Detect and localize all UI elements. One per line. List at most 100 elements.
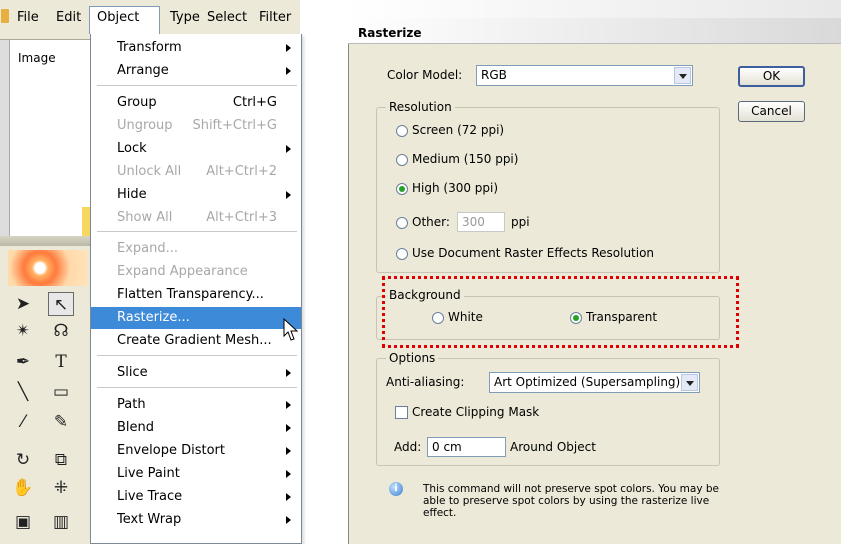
menu-item-label: Live Trace <box>117 489 183 504</box>
pencil-tool-icon[interactable]: ✎ <box>48 410 74 434</box>
menu-item-live-trace[interactable]: Live Trace <box>91 486 301 508</box>
line-tool-icon[interactable]: ╲ <box>10 380 36 404</box>
menu-item-group[interactable]: Group Ctrl+G <box>91 92 301 114</box>
radio-document-raster-label: Use Document Raster Effects Resolution <box>412 246 655 260</box>
radio-other[interactable] <box>396 217 408 229</box>
color-model-value: RGB <box>481 68 507 82</box>
submenu-arrow-icon <box>286 401 291 409</box>
menu-edit[interactable]: Edit <box>56 10 81 25</box>
tool-grid: ➤ ↖ ✴ ☊ ✒ T ╲ ▭ ⁄ ✎ ↻ ⧉ ✋ ⁜ ▣ ▥ <box>8 292 90 542</box>
menu-item-path[interactable]: Path <box>91 394 301 416</box>
options-title: Options <box>386 351 439 365</box>
radio-high-label: High (300 ppi) <box>412 181 499 195</box>
info-icon: i <box>389 482 403 496</box>
menu-item-label: Expand Appearance <box>117 264 248 279</box>
submenu-arrow-icon <box>286 516 291 524</box>
dialog-top-band <box>348 0 841 18</box>
radio-screen[interactable] <box>396 125 408 137</box>
color-model-label: Color Model: <box>387 68 463 82</box>
menu-item-lock[interactable]: Lock <box>91 138 301 160</box>
radio-document-raster[interactable] <box>396 248 408 260</box>
object-menu: Transform Arrange Group Ctrl+G Ungroup Shift+… <box>90 34 302 544</box>
menu-item-hide[interactable]: Hide <box>91 184 301 206</box>
menu-item-label: Blend <box>117 420 155 435</box>
symbol-sprayer-tool-icon[interactable]: ▣ <box>10 510 36 534</box>
magic-wand-tool-icon[interactable]: ✴ <box>10 319 36 343</box>
other-ppi-input[interactable]: 300 <box>457 212 505 232</box>
selection-tool-icon[interactable]: ➤ <box>10 292 36 316</box>
menu-item-expand-appearance[interactable]: Expand Appearance <box>91 261 301 283</box>
radio-medium[interactable] <box>396 154 408 166</box>
menu-filter[interactable]: Filter <box>259 10 291 25</box>
menu-item-live-paint[interactable]: Live Paint <box>91 463 301 485</box>
radio-screen-label: Screen (72 ppi) <box>412 123 505 137</box>
menu-item-label: Flatten Transparency... <box>117 287 264 302</box>
free-transform-tool-icon[interactable]: ⁜ <box>48 476 74 500</box>
menu-separator <box>97 85 297 86</box>
menu-object[interactable]: Object <box>97 10 139 25</box>
radio-high[interactable] <box>396 183 408 195</box>
warp-tool-icon[interactable]: ✋ <box>10 476 36 500</box>
submenu-arrow-icon <box>286 369 291 377</box>
antialiasing-select[interactable]: Art Optimized (Supersampling) <box>489 372 700 393</box>
app-icon <box>1 9 9 23</box>
menu-item-label: Expand... <box>117 241 179 256</box>
menu-item-show-all[interactable]: Show All Alt+Ctrl+3 <box>91 207 301 229</box>
submenu-arrow-icon <box>286 470 291 478</box>
other-ppi-unit: ppi <box>511 215 530 229</box>
menu-item-label: Ungroup <box>117 118 173 133</box>
menu-item-label: Text Wrap <box>117 512 182 527</box>
rectangle-tool-icon[interactable]: ▭ <box>48 380 74 404</box>
add-input[interactable]: 0 cm <box>427 437 506 457</box>
menu-file[interactable]: File <box>17 10 39 25</box>
menu-item-shortcut: Alt+Ctrl+3 <box>206 210 277 225</box>
menu-item-create-gradient-mesh[interactable]: Create Gradient Mesh... <box>91 330 301 352</box>
add-label: Add: <box>394 440 422 454</box>
graph-tool-icon[interactable]: ▥ <box>48 510 74 534</box>
paintbrush-tool-icon[interactable]: ⁄ <box>10 410 36 434</box>
ok-button[interactable]: OK <box>738 66 805 87</box>
menu-item-unlock-all[interactable]: Unlock All Alt+Ctrl+2 <box>91 161 301 183</box>
menu-item-label: Unlock All <box>117 164 182 179</box>
chevron-down-icon <box>674 67 691 84</box>
menu-item-rasterize[interactable]: Rasterize... <box>91 307 301 329</box>
clipping-mask-checkbox[interactable] <box>395 406 408 419</box>
submenu-arrow-icon <box>286 447 291 455</box>
submenu-arrow-icon <box>286 191 291 199</box>
resolution-title: Resolution <box>386 100 455 114</box>
color-model-select[interactable]: RGB <box>476 65 693 86</box>
direct-selection-tool-icon[interactable]: ↖ <box>48 292 74 316</box>
radio-medium-label: Medium (150 ppi) <box>412 152 519 166</box>
scale-tool-icon[interactable]: ⧉ <box>48 448 74 472</box>
tools-panel-header[interactable] <box>0 236 90 246</box>
menu-separator <box>97 387 297 388</box>
pen-tool-icon[interactable]: ✒ <box>10 350 36 374</box>
menu-item-shortcut: Ctrl+G <box>232 95 277 110</box>
lasso-tool-icon[interactable]: ☊ <box>48 319 74 343</box>
clipping-mask-label: Create Clipping Mask <box>412 405 540 419</box>
dialog-title: Rasterize <box>348 18 841 44</box>
menu-item-flatten-transparency[interactable]: Flatten Transparency... <box>91 284 301 306</box>
menu-item-ungroup[interactable]: Ungroup Shift+Ctrl+G <box>91 115 301 137</box>
menu-item-envelope-distort[interactable]: Envelope Distort <box>91 440 301 462</box>
menu-item-blend[interactable]: Blend <box>91 417 301 439</box>
submenu-arrow-icon <box>286 67 291 75</box>
menu-item-label: Group <box>117 95 157 110</box>
cancel-button[interactable]: Cancel <box>738 101 805 122</box>
menu-item-text-wrap[interactable]: Text Wrap <box>91 509 301 531</box>
menu-item-label: Hide <box>117 187 147 202</box>
menu-type[interactable]: Type <box>170 10 200 25</box>
menu-item-label: Rasterize... <box>117 310 190 325</box>
menu-item-slice[interactable]: Slice <box>91 362 301 384</box>
antialiasing-value: Art Optimized (Supersampling) <box>494 375 681 389</box>
menu-separator <box>97 231 297 232</box>
menu-select[interactable]: Select <box>207 10 247 25</box>
menu-item-arrange[interactable]: Arrange <box>91 60 301 82</box>
menu-item-label: Show All <box>117 210 173 225</box>
menu-item-shortcut: Shift+Ctrl+G <box>192 118 277 133</box>
rotate-tool-icon[interactable]: ↻ <box>10 448 36 472</box>
radio-other-label: Other: <box>412 215 450 229</box>
type-tool-icon[interactable]: T <box>48 350 74 374</box>
menu-item-expand[interactable]: Expand... <box>91 238 301 260</box>
menu-item-transform[interactable]: Transform <box>91 37 301 59</box>
